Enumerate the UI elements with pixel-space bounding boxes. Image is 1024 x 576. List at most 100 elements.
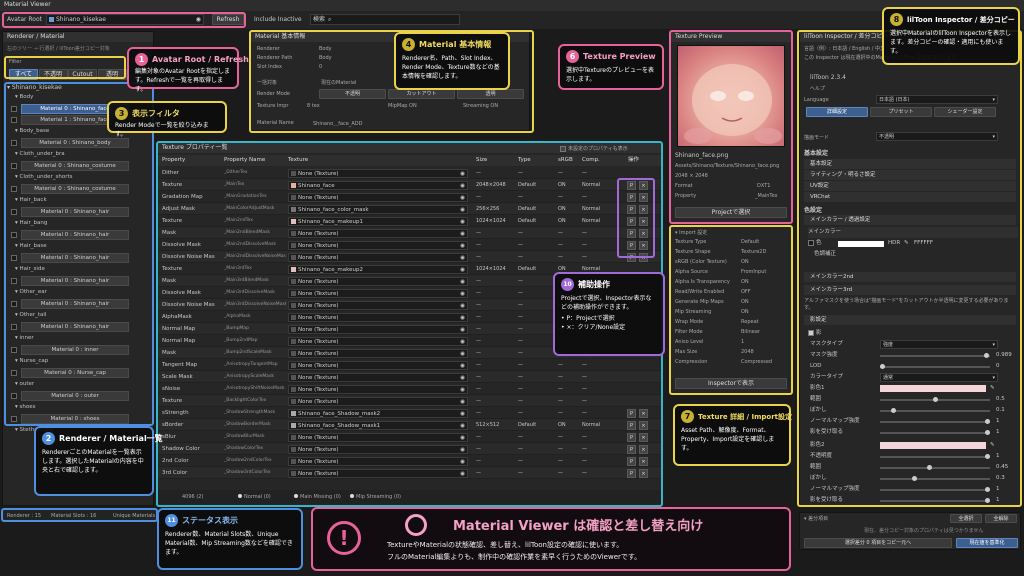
shadow-section[interactable]: 影設定 [804,315,1016,325]
slider-value[interactable]: 0.3 [996,473,1005,484]
slider-value[interactable]: 0.989 [996,350,1012,361]
table-row[interactable]: sBorder _ShadowBorderMask Shinano_face_Sha… [158,419,661,431]
avatar-root-field[interactable]: Shinano_kisekae ◉ [46,14,204,25]
material-checkbox[interactable] [11,393,17,399]
object-picker-icon[interactable]: ◉ [460,398,465,405]
tree-group[interactable]: ▾ Hair_base [15,243,47,249]
table-row[interactable]: Tangent Map _AnisotropyTangentMap None (Te… [158,359,661,371]
project-select-button[interactable]: P [627,433,636,442]
clear-button[interactable]: × [639,253,648,262]
project-select-button[interactable]: P [627,181,636,190]
slider-value[interactable]: 0.1 [996,405,1005,416]
refresh-button[interactable]: Refresh [212,14,244,25]
clear-button[interactable]: × [639,193,648,202]
object-picker-icon[interactable]: ◉ [460,410,465,417]
tree-group[interactable]: ▾ shoes [15,404,35,410]
main-color-section[interactable]: メインカラー / 透過設定 [804,215,1016,225]
project-select-button[interactable]: P [627,469,636,478]
clear-button[interactable]: × [639,181,648,190]
slider-knob[interactable] [932,397,938,402]
select-all-button[interactable]: 全選択 [950,514,982,523]
shadow-color-swatch[interactable] [880,442,986,449]
texture-field[interactable]: None (Texture) ◉ [288,349,468,358]
main-color-3rd-section[interactable]: メインカラー3rd [804,285,1016,295]
table-row[interactable]: Gradation Map _MainGradationTex None (Text… [158,191,661,203]
table-row[interactable]: Scale Mask _AnisotropyScaleMask None (Text… [158,371,661,383]
filter-button[interactable]: 不透明 [38,69,68,80]
slider-knob[interactable] [880,364,885,369]
apply-baseline-button[interactable]: 現在値を基準化 [956,538,1018,548]
table-row[interactable]: sNoise _AnisotropyShiftNoiseMask None (Tex… [158,383,661,395]
filter-button[interactable]: すべて [9,69,38,80]
table-row[interactable]: Texture _Main2ndTex Shinano_face_makeup1 ◉ 1… [158,215,661,227]
project-select-button[interactable]: P [627,421,636,430]
table-row[interactable]: sStrength _ShadowStrengthMask Shinano_face… [158,407,661,419]
deselect-all-button[interactable]: 全解除 [985,514,1017,523]
clear-button[interactable]: × [639,421,648,430]
material-checkbox[interactable] [11,163,17,169]
eyedropper-icon[interactable]: ✎ [990,440,995,451]
table-row[interactable]: Mask _Main2ndBlendMask None (Texture) ◉ — — — —… [158,227,661,239]
project-select-button[interactable]: P [627,205,636,214]
slider-value[interactable]: 0 [996,361,1000,372]
project-select-button[interactable]: P [627,217,636,226]
object-picker-icon[interactable]: ◉ [460,362,465,369]
material-checkbox[interactable] [11,255,17,261]
include-inactive-toggle[interactable]: Include Inactive [254,16,302,23]
filter-button[interactable]: 透明 [97,69,127,80]
object-picker-icon[interactable]: ◉ [460,206,465,213]
project-select-button[interactable]: P [627,193,636,202]
material-checkbox[interactable] [11,278,17,284]
table-row[interactable]: 3rd Color _Shadow3rdColorTex None (Texture… [158,467,661,479]
texture-field[interactable]: None (Texture) ◉ [288,457,468,466]
texture-field[interactable]: Shinano_face_color_mask ◉ [288,205,468,214]
slider-value[interactable]: 1 [996,484,1000,495]
material-item[interactable]: Material 0 : Shinano_hair [21,253,129,263]
color-swatch[interactable] [838,241,884,247]
material-item[interactable]: Material 0 : outer [21,391,129,401]
table-row[interactable]: sBlur _ShadowBlurMask None (Texture) ◉ — — — — P… [158,431,661,443]
liltoon-tab[interactable]: シェーダー設定 [934,107,996,117]
main-color-2nd-section[interactable]: メインカラー2nd [804,272,1016,282]
tree-group[interactable]: ▾ outer [15,381,34,387]
tree-group[interactable]: ▾ Body [15,94,33,100]
slider-knob[interactable] [911,476,917,481]
render-mode-button[interactable]: 不透明 [319,89,386,99]
render-mode-button[interactable]: 透明 [457,89,524,99]
shadow-color-swatch[interactable] [880,385,986,392]
slider-knob[interactable] [985,430,990,435]
texture-field[interactable]: Shinano_face_makeup2 ◉ [288,265,468,274]
texture-field[interactable]: None (Texture) ◉ [288,445,468,454]
project-select-button[interactable]: P [627,229,636,238]
table-row[interactable]: Texture _BacklightColorTex None (Texture) ◉… [158,395,661,407]
texture-field[interactable]: None (Texture) ◉ [288,397,468,406]
material-item[interactable]: Material 0 : shoes [21,414,129,424]
clear-button[interactable]: × [639,433,648,442]
object-picker-icon[interactable]: ◉ [460,422,465,429]
texture-field[interactable]: None (Texture) ◉ [288,373,468,382]
material-item[interactable]: Material 0 : Shinano_costume [21,184,129,194]
liltoon-tab[interactable]: プリセット [870,107,932,117]
liltoon-section[interactable]: UV設定 [804,181,1016,191]
project-select-button[interactable]: P [627,253,636,262]
object-picker-icon[interactable]: ◉ [460,302,465,309]
object-picker-icon[interactable]: ◉ [460,386,465,393]
material-checkbox[interactable] [11,209,17,215]
clear-button[interactable]: × [639,469,648,478]
material-item[interactable]: Material 0 : Shinano_hair [21,207,129,217]
project-select-button[interactable]: P [627,409,636,418]
texture-field[interactable]: None (Texture) ◉ [288,313,468,322]
texture-field[interactable]: None (Texture) ◉ [288,277,468,286]
object-picker-icon[interactable]: ◉ [460,266,465,273]
slider-knob[interactable] [985,498,990,503]
slider-knob[interactable] [985,454,990,459]
texture-field[interactable]: None (Texture) ◉ [288,325,468,334]
project-select-button[interactable]: P [627,457,636,466]
liltoon-tab[interactable]: 詳細設定 [806,107,868,117]
texture-field[interactable]: None (Texture) ◉ [288,169,468,178]
texture-field[interactable]: None (Texture) ◉ [288,289,468,298]
shadow-toggle-row[interactable]: 影 [808,328,822,339]
clear-button[interactable]: × [639,229,648,238]
clear-button[interactable]: × [639,205,648,214]
texture-field[interactable]: None (Texture) ◉ [288,301,468,310]
